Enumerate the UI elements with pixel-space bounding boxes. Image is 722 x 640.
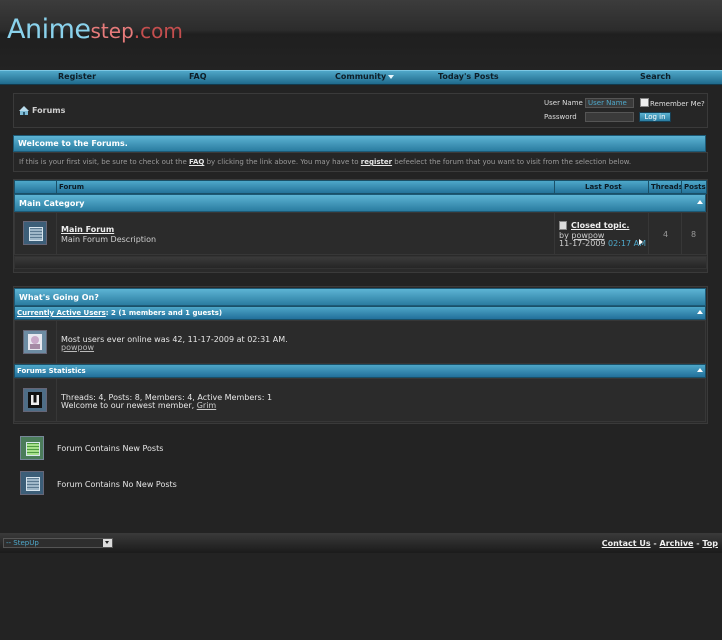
welcome-text-part-3: befeelect the forum that you want to vis… <box>392 158 632 166</box>
online-icon-cell <box>14 320 57 364</box>
welcome-title: Welcome to the Forums. <box>18 139 128 148</box>
footer-bar: -- StepUp Contact Us - Archive - Top <box>0 533 722 553</box>
most-users-text: Most users ever online was 42, 11-17-200… <box>61 335 288 344</box>
logo-part-step: step <box>90 19 134 43</box>
collapse-icon[interactable] <box>697 200 703 204</box>
remember-me-label: Remember Me? <box>650 100 705 108</box>
logo-part-com: .com <box>133 19 183 43</box>
active-users-header: Currently Active Users: 2 (1 members and… <box>14 306 706 320</box>
column-last-post-label: Last Post <box>585 183 622 191</box>
password-label: Password <box>544 113 577 121</box>
whats-going-on-header: What's Going On? <box>14 288 706 306</box>
go-to-last-post-icon[interactable] <box>639 239 643 245</box>
nav-community[interactable]: Community <box>335 72 395 81</box>
welcome-faq-link[interactable]: FAQ <box>189 158 204 166</box>
new-posts-icon <box>20 436 44 460</box>
welcome-text-part-1: If this is your first visit, be sure to … <box>19 158 189 166</box>
no-new-posts-icon <box>20 471 44 495</box>
nav-community-label: Community <box>335 72 387 81</box>
username-label: User Name <box>544 99 583 107</box>
main-navbar: Register FAQ Community Today's Posts Sea… <box>0 70 722 85</box>
collapse-icon[interactable] <box>697 310 703 314</box>
breadcrumb-title: Forums <box>32 106 66 115</box>
online-user-link[interactable]: powpow <box>61 343 94 352</box>
online-users-icon <box>23 330 47 354</box>
online-info-cell: Most users ever online was 42, 11-17-200… <box>56 320 706 364</box>
home-icon[interactable] <box>19 106 29 118</box>
collapse-icon[interactable] <box>697 368 703 372</box>
site-logo[interactable]: Animestep.com <box>7 14 183 45</box>
column-header-threads: Threads <box>648 180 683 194</box>
active-users-heading: Currently Active Users: 2 (1 members and… <box>17 309 222 317</box>
forum-stats-header: Forums Statistics <box>14 364 706 378</box>
site-header: Animestep.com <box>0 0 722 70</box>
forum-stats-title: Forums Statistics <box>17 367 86 375</box>
forum-no-new-posts-icon <box>23 221 47 245</box>
username-input[interactable]: User Name <box>585 98 634 108</box>
whats-going-on-title: What's Going On? <box>19 293 99 302</box>
breadcrumb-panel: Forums User Name User Name Remember Me? … <box>13 93 708 128</box>
forum-row-last-post: Closed topic. by powpow 11-17-2009 02:17… <box>554 212 649 255</box>
legend-new-posts: Forum Contains New Posts <box>57 444 164 453</box>
style-chooser-value: -- StepUp <box>6 539 39 547</box>
forum-posts-count: 8 <box>691 230 697 239</box>
active-users-link[interactable]: Currently Active Users <box>17 309 106 317</box>
statistics-icon <box>23 388 47 412</box>
welcome-register-link[interactable]: register <box>361 158 392 166</box>
last-post-title-link[interactable]: Closed topic. <box>571 221 629 230</box>
category-footer <box>14 256 707 269</box>
nav-search[interactable]: Search <box>640 72 671 81</box>
stats-info-cell: Threads: 4, Posts: 8, Members: 4, Active… <box>56 378 706 422</box>
column-header-forum: Forum <box>56 180 555 194</box>
archive-link[interactable]: Archive <box>660 539 694 548</box>
post-icon <box>559 221 567 230</box>
forum-threads-cell: 4 <box>648 212 682 255</box>
contact-us-link[interactable]: Contact Us <box>602 539 651 548</box>
remember-me-checkbox[interactable] <box>640 98 649 107</box>
forum-posts-cell: 8 <box>681 212 707 255</box>
category-header[interactable]: Main Category <box>14 194 706 212</box>
forum-threads-count: 4 <box>663 230 669 239</box>
last-post-date: 11-17-2009 <box>559 239 606 248</box>
category-title[interactable]: Main Category <box>19 199 84 208</box>
top-link[interactable]: Top <box>702 539 718 548</box>
forum-description: Main Forum Description <box>61 235 157 244</box>
stats-icon-cell <box>14 378 57 422</box>
nav-todays-posts[interactable]: Today's Posts <box>438 72 499 81</box>
forum-row-icon-cell <box>14 212 57 255</box>
password-input[interactable] <box>585 112 634 122</box>
style-chooser-select[interactable]: -- StepUp <box>3 538 113 548</box>
column-header-icon <box>14 180 57 194</box>
last-post-datetime: 11-17-2009 02:17 AM <box>559 239 646 248</box>
welcome-text: If this is your first visit, be sure to … <box>19 158 631 166</box>
footer-links: Contact Us - Archive - Top <box>602 539 718 548</box>
forum-link[interactable]: Main Forum <box>61 225 114 234</box>
newest-member-link[interactable]: Grim <box>197 401 217 410</box>
column-forum-label: Forum <box>59 183 85 191</box>
login-button[interactable]: Log in <box>639 112 671 122</box>
logo-part-anime: Anime <box>7 14 91 45</box>
column-header-last-post: Last Post <box>554 180 649 194</box>
nav-faq[interactable]: FAQ <box>189 72 207 81</box>
chevron-down-icon <box>388 74 395 79</box>
welcome-text-part-2: by clicking the link above. You may have… <box>204 158 361 166</box>
forum-row-info: Main Forum Main Forum Description <box>56 212 555 255</box>
column-threads-label: Threads <box>651 183 683 191</box>
newest-member-text: Welcome to our newest member, <box>61 401 197 410</box>
welcome-header: Welcome to the Forums. <box>13 135 706 152</box>
legend-no-new-posts: Forum Contains No New Posts <box>57 480 177 489</box>
chevron-down-icon[interactable] <box>103 539 112 547</box>
welcome-body: If this is your first visit, be sure to … <box>13 152 708 172</box>
column-header-posts: Posts <box>681 180 707 194</box>
footer-separator: - <box>650 539 660 548</box>
nav-register[interactable]: Register <box>58 72 96 81</box>
column-posts-label: Posts <box>684 183 706 191</box>
newest-member-line: Welcome to our newest member, Grim <box>61 401 216 410</box>
active-users-count: : 2 (1 members and 1 guests) <box>105 309 223 317</box>
